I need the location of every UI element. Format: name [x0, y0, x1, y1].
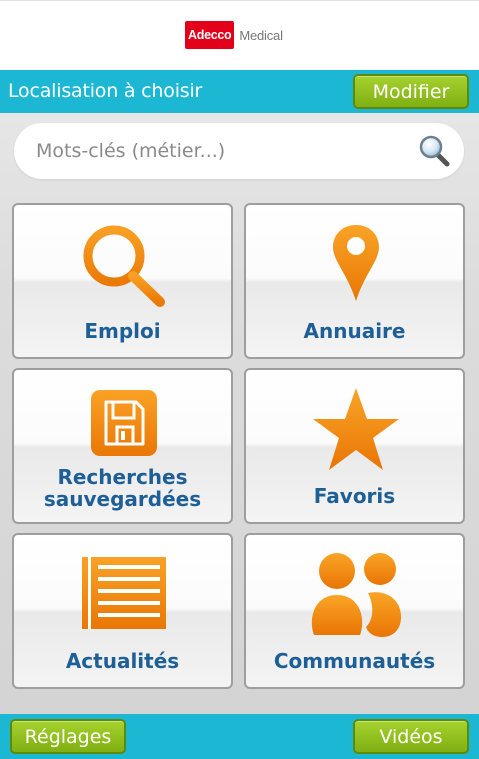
newspaper-icon [82, 557, 166, 629]
tile-label: Communautés [273, 649, 436, 673]
keyword-search-input[interactable] [36, 137, 406, 165]
tile-communautes[interactable]: Communautés [244, 533, 465, 689]
floppy-disk-icon [91, 390, 157, 456]
tile-label-line2: sauvegardées [43, 487, 202, 511]
tile-annuaire[interactable]: Annuaire [244, 203, 465, 359]
star-icon [313, 388, 399, 470]
adecco-medical-logo: Adecco Medical [185, 20, 283, 50]
tile-emploi[interactable]: Emploi [12, 203, 233, 359]
location-text: Localisation à choisir [8, 80, 203, 102]
tile-recherches-sauvegardees[interactable]: Recherches sauvegardées [12, 368, 233, 524]
tile-label: Favoris [313, 484, 396, 508]
logo-subtitle: Medical [239, 27, 283, 43]
settings-button[interactable]: Réglages [10, 719, 126, 754]
search-bar [14, 123, 464, 179]
bottom-bar: Réglages Vidéos [0, 714, 479, 759]
location-bar: Localisation à choisir Modifier [0, 70, 479, 113]
modify-location-button[interactable]: Modifier [353, 74, 469, 109]
logo-brand: Adecco [185, 21, 235, 49]
tile-label: Emploi [84, 319, 161, 343]
tile-label: Actualités [65, 649, 180, 673]
app-header: Adecco Medical [0, 0, 479, 70]
tile-label-line1: Recherches [57, 465, 188, 489]
tile-actualites[interactable]: Actualités [12, 533, 233, 689]
map-pin-icon [333, 225, 379, 301]
tile-favoris[interactable]: Favoris [244, 368, 465, 524]
videos-button[interactable]: Vidéos [353, 719, 469, 754]
main-content: Emploi Annuaire [0, 113, 479, 714]
tile-label: Annuaire [303, 319, 406, 343]
people-icon [311, 553, 402, 637]
search-icon[interactable] [417, 134, 451, 168]
magnifier-icon [83, 225, 165, 307]
